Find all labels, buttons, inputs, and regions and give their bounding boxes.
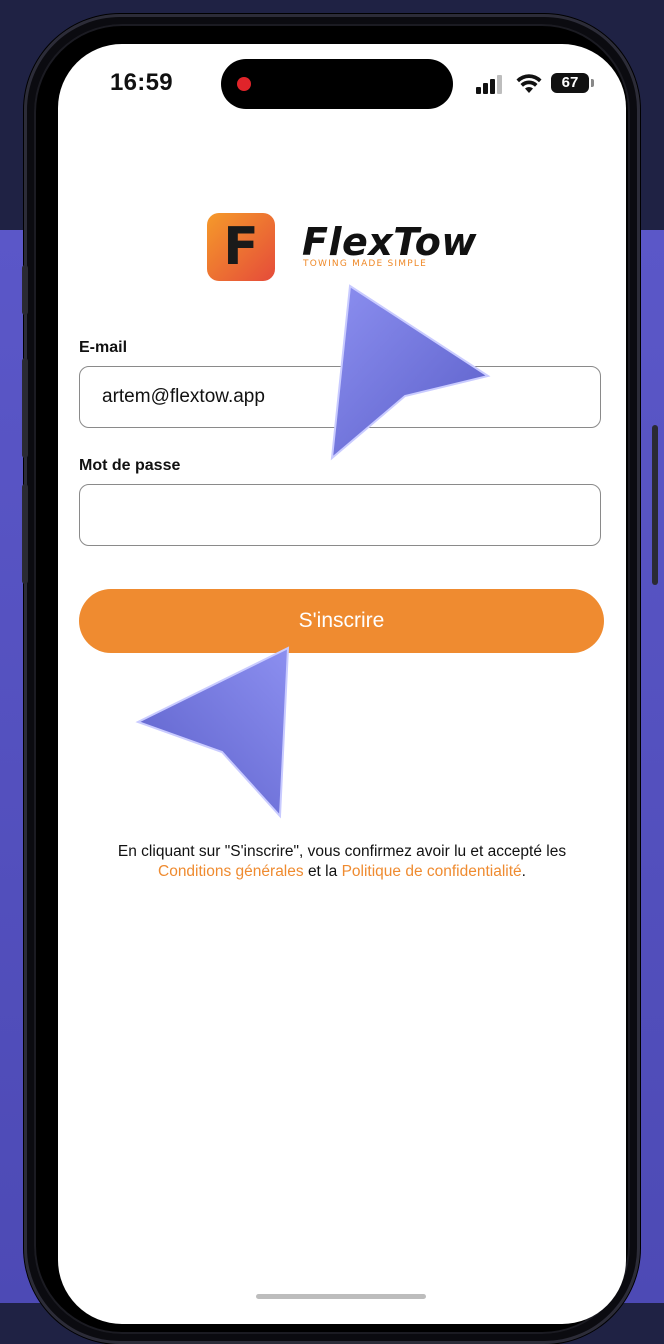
pointer-cursor-icon bbox=[330, 284, 491, 461]
phone-side-button bbox=[652, 425, 658, 585]
wifi-icon bbox=[516, 74, 542, 93]
home-indicator bbox=[256, 1294, 426, 1299]
password-field-container bbox=[79, 484, 601, 546]
logo-letter: F bbox=[223, 217, 259, 277]
terms-link[interactable]: Conditions générales bbox=[158, 863, 304, 880]
brand-tagline: TOWING MADE SIMPLE bbox=[303, 259, 427, 269]
phone-side-button bbox=[22, 484, 28, 584]
password-field[interactable] bbox=[80, 485, 600, 545]
legal-notice: En cliquant sur "S'inscrire", vous confi… bbox=[78, 842, 606, 882]
app-logo-icon: F bbox=[207, 213, 275, 281]
dynamic-island bbox=[221, 59, 453, 109]
recording-dot-icon bbox=[237, 77, 251, 91]
battery-icon: 67 bbox=[551, 73, 589, 93]
privacy-link[interactable]: Politique de confidentialité bbox=[342, 863, 522, 880]
phone-side-button bbox=[22, 358, 28, 458]
password-label: Mot de passe bbox=[79, 457, 181, 474]
status-time: 16:59 bbox=[110, 69, 173, 96]
legal-suffix: . bbox=[521, 863, 526, 880]
brand-name: FlexTow bbox=[302, 220, 478, 264]
email-label: E-mail bbox=[79, 339, 128, 356]
pointer-cursor-icon bbox=[135, 646, 290, 819]
signal-icon bbox=[476, 74, 506, 94]
legal-prefix: En cliquant sur "S'inscrire", vous confi… bbox=[117, 843, 567, 860]
phone-side-button bbox=[22, 265, 28, 315]
battery-cap bbox=[591, 79, 594, 87]
legal-middle: et la bbox=[307, 863, 338, 880]
